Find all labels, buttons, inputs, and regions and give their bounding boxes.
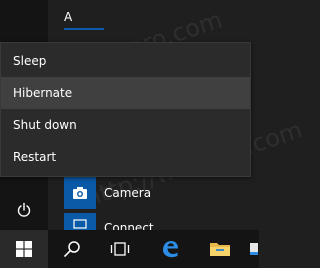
letter-header-label: A xyxy=(64,10,73,24)
camera-icon xyxy=(73,187,87,199)
connect-tile[interactable] xyxy=(64,213,96,230)
start-button[interactable] xyxy=(0,230,48,268)
power-button[interactable] xyxy=(8,194,40,226)
search-icon xyxy=(64,241,80,257)
search-button[interactable] xyxy=(52,230,92,268)
task-view-button[interactable] xyxy=(100,230,140,268)
power-options-menu: Sleep Hibernate Shut down Restart xyxy=(0,42,251,177)
taskbar-overflow-app[interactable] xyxy=(246,230,259,268)
edge-browser-button[interactable] xyxy=(150,230,190,268)
app-list-letter-header[interactable]: A xyxy=(64,8,104,30)
app-icon xyxy=(249,243,258,255)
camera-tile[interactable] xyxy=(64,177,96,209)
file-explorer-button[interactable] xyxy=(200,230,240,268)
task-view-icon xyxy=(110,242,130,256)
taskbar xyxy=(0,230,259,268)
camera-app-label[interactable]: Camera xyxy=(104,185,151,201)
power-icon xyxy=(17,202,31,217)
file-explorer-icon xyxy=(210,243,230,256)
power-menu-item-shut-down[interactable]: Shut down xyxy=(1,109,250,141)
edge-icon xyxy=(163,241,178,258)
power-menu-item-sleep[interactable]: Sleep xyxy=(1,45,250,77)
power-menu-item-hibernate[interactable]: Hibernate xyxy=(1,77,250,109)
windows-logo-icon xyxy=(16,241,32,257)
connect-icon xyxy=(73,219,87,229)
power-menu-item-restart[interactable]: Restart xyxy=(1,141,250,173)
